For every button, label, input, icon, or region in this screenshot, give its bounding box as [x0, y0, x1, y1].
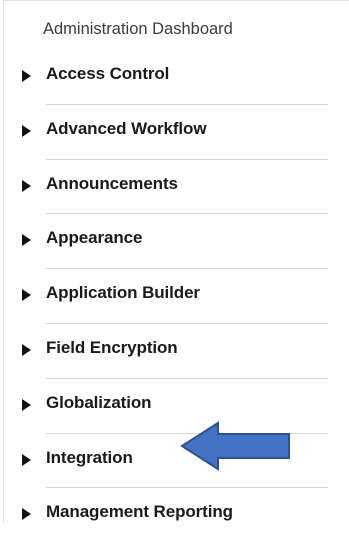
menu-item-management-reporting[interactable]: Management Reporting	[0, 488, 349, 543]
menu-item-label: Globalization	[46, 392, 152, 412]
caret-right-icon	[22, 398, 31, 411]
menu-item-advanced-workflow[interactable]: Advanced Workflow	[0, 105, 349, 160]
menu-item-label: Appearance	[46, 228, 143, 248]
caret-right-icon	[22, 508, 31, 521]
panel-top-border	[3, 0, 349, 1]
menu-item-label: Announcements	[46, 173, 178, 193]
caret-right-icon	[22, 453, 31, 466]
menu-item-label: Access Control	[46, 64, 170, 83]
caret-right-icon	[22, 70, 31, 82]
menu-item-label: Management Reporting	[46, 502, 233, 522]
menu-item-label: Field Encryption	[46, 337, 178, 357]
menu-item-label: Integration	[46, 447, 133, 467]
menu-item-label: Advanced Workflow	[46, 118, 207, 138]
dashboard-title: Administration Dashboard	[43, 20, 233, 38]
arrow-shape	[180, 421, 290, 471]
caret-right-icon	[22, 289, 31, 302]
admin-menu: Access Control Advanced Workflow Announc…	[0, 50, 349, 543]
menu-item-access-control[interactable]: Access Control	[0, 50, 349, 105]
menu-item-announcements[interactable]: Announcements	[0, 160, 349, 215]
caret-right-icon	[22, 343, 31, 356]
caret-right-icon	[22, 234, 31, 247]
menu-item-application-builder[interactable]: Application Builder	[0, 269, 349, 324]
menu-item-label: Application Builder	[46, 283, 200, 303]
menu-item-field-encryption[interactable]: Field Encryption	[0, 324, 349, 379]
menu-item-integration[interactable]: Integration	[0, 434, 349, 489]
menu-item-appearance[interactable]: Appearance	[0, 214, 349, 270]
admin-dashboard-panel: Administration Dashboard Access Control …	[0, 0, 349, 523]
caret-right-icon	[22, 179, 31, 192]
left-arrow-icon	[180, 421, 290, 471]
menu-item-globalization[interactable]: Globalization	[0, 379, 349, 434]
caret-right-icon	[22, 124, 31, 137]
